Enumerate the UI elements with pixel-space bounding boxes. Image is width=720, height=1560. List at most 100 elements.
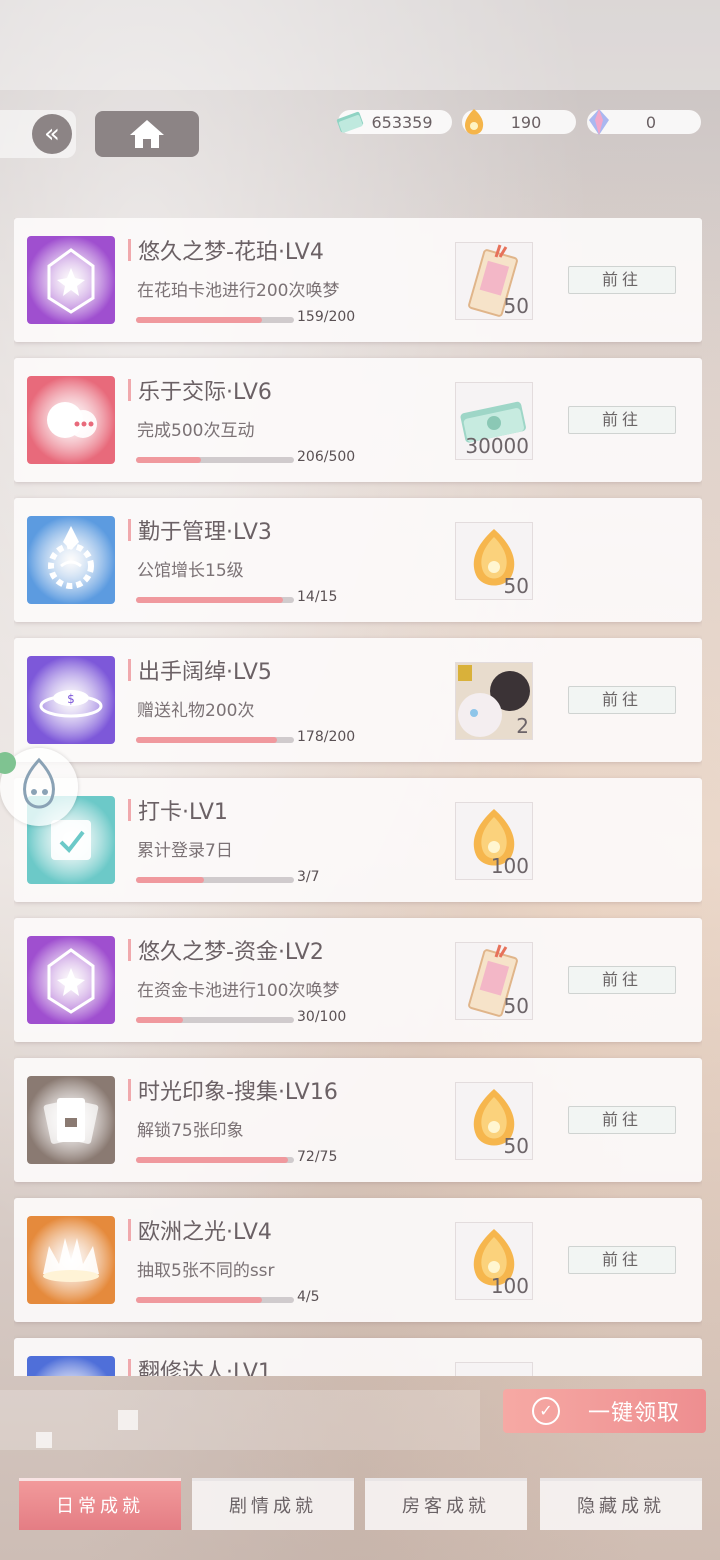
currency-cash[interactable]: 653359 bbox=[336, 110, 452, 134]
reward-item[interactable]: 30000 bbox=[455, 382, 533, 460]
achievement-title: 欧洲之光·LV4 bbox=[138, 1220, 272, 1245]
reward-quantity: 50 bbox=[503, 294, 529, 318]
progress-text: 14/15 bbox=[297, 589, 338, 605]
reward-item[interactable]: 2 bbox=[455, 662, 533, 740]
progress-text: 3/7 bbox=[297, 869, 320, 885]
currency-dream-drop[interactable]: 190 bbox=[462, 109, 576, 135]
achievement-description: 解锁75张印象 bbox=[137, 1121, 244, 1141]
tab-story-achievements[interactable]: 剧情成就 bbox=[192, 1478, 354, 1530]
progress-bar bbox=[136, 317, 294, 323]
coin-ring-badge-icon: $ bbox=[27, 656, 115, 744]
achievement-title: 出手阔绰·LV5 bbox=[138, 660, 272, 685]
achievement-description: 抽取5张不同的ssr bbox=[137, 1261, 275, 1281]
go-button[interactable]: 前往 bbox=[568, 1246, 676, 1274]
collect-all-button[interactable]: ✓ 一键领取 bbox=[503, 1389, 706, 1433]
achievement-title: 打卡·LV1 bbox=[138, 800, 228, 825]
progress-bar bbox=[136, 597, 294, 603]
achievement-card: 欧洲之光·LV4 抽取5张不同的ssr 4/5 100 前往 bbox=[14, 1198, 702, 1322]
check-circle-icon: ✓ bbox=[532, 1397, 560, 1425]
achievement-card: 时光印象-搜集·LV16 解锁75张印象 72/75 50 前往 bbox=[14, 1058, 702, 1182]
home-button[interactable] bbox=[95, 111, 199, 157]
svg-text:$: $ bbox=[67, 692, 75, 706]
achievement-description: 在资金卡池进行100次唤梦 bbox=[137, 981, 340, 1001]
progress-fill bbox=[136, 1157, 288, 1163]
reward-item[interactable]: 100 bbox=[455, 802, 533, 880]
floating-assistant-button[interactable] bbox=[0, 748, 78, 826]
title-accent-bar bbox=[128, 659, 131, 681]
achievement-card: 翻修达人·LV1 bbox=[14, 1338, 702, 1376]
double-chevron-left-icon: « bbox=[32, 114, 72, 154]
progress-bar bbox=[136, 1017, 294, 1023]
title-accent-bar bbox=[128, 1079, 131, 1101]
achievement-description: 在花珀卡池进行200次唤梦 bbox=[137, 281, 340, 301]
progress-text: 72/75 bbox=[297, 1149, 338, 1165]
reward-quantity: 100 bbox=[490, 1274, 529, 1298]
collect-all-label: 一键领取 bbox=[588, 1401, 681, 1426]
currency-crystal[interactable]: 0 bbox=[587, 109, 701, 135]
reward-item[interactable]: 50 bbox=[455, 522, 533, 600]
go-button[interactable]: 前往 bbox=[568, 1106, 676, 1134]
progress-text: 159/200 bbox=[297, 309, 356, 325]
reward-item[interactable]: 50 bbox=[455, 942, 533, 1020]
title-accent-bar bbox=[128, 1219, 131, 1241]
achievement-list[interactable]: 悠久之梦-花珀·LV4 在花珀卡池进行200次唤梦 159/200 50 前往 乐于交际·… bbox=[14, 218, 702, 1376]
progress-bar bbox=[136, 1157, 294, 1163]
background-highlight bbox=[0, 0, 720, 90]
progress-fill bbox=[136, 457, 202, 463]
progress-text: 178/200 bbox=[297, 729, 356, 745]
go-button[interactable]: 前往 bbox=[568, 686, 676, 714]
gear-badge-icon bbox=[27, 516, 115, 604]
progress-bar bbox=[136, 457, 294, 463]
progress-fill bbox=[136, 877, 204, 883]
progress-bar bbox=[136, 737, 294, 743]
reward-quantity: 2 bbox=[516, 714, 529, 738]
reward-quantity: 50 bbox=[503, 994, 529, 1018]
background-sparkle bbox=[118, 1410, 138, 1430]
achievement-title: 乐于交际·LV6 bbox=[138, 380, 272, 405]
progress-text: 206/500 bbox=[297, 449, 356, 465]
card-stack-badge-icon bbox=[27, 1076, 115, 1164]
reward-item[interactable]: 50 bbox=[455, 1082, 533, 1160]
progress-bar bbox=[136, 1297, 294, 1303]
cash-stack-icon bbox=[336, 111, 364, 133]
progress-text: 30/100 bbox=[297, 1009, 347, 1025]
go-button[interactable]: 前往 bbox=[568, 966, 676, 994]
achievement-card: 打卡·LV1 累计登录7日 3/7 100 bbox=[14, 778, 702, 902]
tab-daily-achievements[interactable]: 日常成就 bbox=[19, 1478, 181, 1530]
title-accent-bar bbox=[128, 799, 131, 821]
progress-fill bbox=[136, 597, 284, 603]
achievement-title: 勤于管理·LV3 bbox=[138, 520, 272, 545]
tab-hidden-achievements[interactable]: 隐藏成就 bbox=[540, 1478, 702, 1530]
title-accent-bar bbox=[128, 239, 131, 261]
home-icon bbox=[130, 120, 164, 148]
achievement-card: $ 出手阔绰·LV5 赠送礼物200次 178/200 2 前往 bbox=[14, 638, 702, 762]
reward-item[interactable]: 50 bbox=[455, 242, 533, 320]
title-accent-bar bbox=[128, 379, 131, 401]
reward-quantity: 50 bbox=[503, 574, 529, 598]
achievement-card: 悠久之梦-资金·LV2 在资金卡池进行100次唤梦 30/100 50 前往 bbox=[14, 918, 702, 1042]
title-accent-bar bbox=[128, 1359, 131, 1376]
achievement-description: 公馆增长15级 bbox=[137, 561, 244, 581]
progress-fill bbox=[136, 317, 262, 323]
achievement-card: 乐于交际·LV6 完成500次互动 206/500 30000 前往 bbox=[14, 358, 702, 482]
achievement-title: 翻修达人·LV1 bbox=[138, 1360, 272, 1376]
crown-shield-badge-icon bbox=[27, 936, 115, 1024]
reward-quantity: 50 bbox=[503, 1134, 529, 1158]
tab-tenant-achievements[interactable]: 房客成就 bbox=[365, 1478, 527, 1530]
reward-item[interactable] bbox=[455, 1362, 533, 1376]
achievement-description: 累计登录7日 bbox=[137, 841, 233, 861]
crown-shield-badge-icon bbox=[27, 236, 115, 324]
progress-fill bbox=[136, 1297, 263, 1303]
title-accent-bar bbox=[128, 519, 131, 541]
back-button[interactable]: « bbox=[0, 110, 76, 158]
achievement-title: 悠久之梦-资金·LV2 bbox=[138, 940, 324, 965]
achievement-card: 悠久之梦-花珀·LV4 在花珀卡池进行200次唤梦 159/200 50 前往 bbox=[14, 218, 702, 342]
reward-item[interactable]: 100 bbox=[455, 1222, 533, 1300]
chat-bubbles-badge-icon bbox=[27, 376, 115, 464]
go-button[interactable]: 前往 bbox=[568, 406, 676, 434]
background-sparkle bbox=[36, 1432, 52, 1448]
progress-fill bbox=[136, 1017, 184, 1023]
crystal-icon bbox=[589, 109, 609, 135]
progress-fill bbox=[136, 737, 277, 743]
go-button[interactable]: 前往 bbox=[568, 266, 676, 294]
